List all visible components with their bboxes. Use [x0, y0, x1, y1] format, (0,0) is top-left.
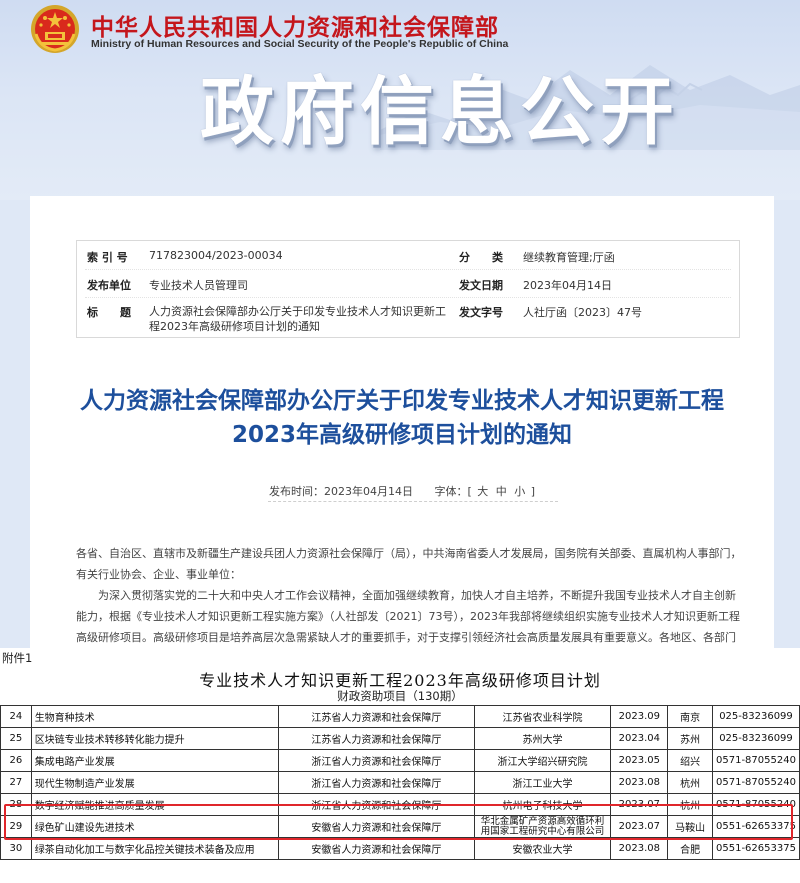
title-value: 人力资源社会保障部办公厅关于印发专业技术人才知识更新工程2023年高级研修项目计…	[149, 305, 446, 333]
meta-divider	[85, 297, 731, 298]
index-number-value: 717823004/2023-00034	[149, 249, 283, 262]
table-row: 24 生物育种技术 江苏省人力资源和社会保障厅 江苏省农业科学院 2023.09…	[0, 705, 800, 728]
attachment-sheet: 附件1 专业技术人才知识更新工程2023年高级研修项目计划 财政资助项目（130…	[0, 648, 800, 883]
publish-date: 发布时间：2023年04月14日	[268, 485, 413, 498]
body-paragraph: 为深入贯彻落实党的二十大和中央人才工作会议精神，全面加强继续教育，加快人才自主培…	[76, 589, 740, 644]
row-number: 29	[0, 815, 32, 838]
meta-divider	[85, 269, 731, 270]
city-cell: 绍兴	[667, 749, 713, 772]
project-name-cell: 数字经济赋能推进高质量发展	[30, 793, 280, 816]
host-unit-cell: 杭州电子科技大学	[473, 793, 612, 816]
date-cell: 2023.08	[610, 771, 669, 794]
row-number: 30	[0, 837, 32, 860]
ministry-name-cn[interactable]: 中华人民共和国人力资源和社会保障部	[91, 8, 499, 42]
project-name-cell: 生物育种技术	[30, 705, 280, 728]
department-cell: 安徽省人力资源和社会保障厅	[278, 837, 475, 860]
host-unit-cell: 安徽农业大学	[473, 837, 612, 860]
page-section-title: 政府信息公开	[200, 69, 680, 155]
font-size-prefix: 字体：[	[434, 485, 472, 498]
publish-info-row: 发布时间：2023年04月14日 字体：[ 大 中 小 ]	[30, 483, 774, 499]
issue-date-value: 2023年04月14日	[523, 279, 612, 292]
index-number-label: 索 引 号	[87, 251, 128, 264]
ministry-name-en: Ministry of Human Resources and Social S…	[91, 38, 509, 50]
date-cell: 2023.04	[610, 727, 669, 750]
department-cell: 浙江省人力资源和社会保障厅	[278, 749, 475, 772]
city-cell: 马鞍山	[667, 815, 713, 838]
document-number-value: 人社厅函〔2023〕47号	[523, 306, 642, 319]
phone-cell: 0571-87055240	[711, 771, 800, 794]
category-label: 分 类	[459, 251, 503, 264]
row-number: 25	[0, 727, 32, 750]
issue-date-label: 发文日期	[459, 279, 503, 292]
font-size-suffix: ]	[530, 485, 536, 498]
city-cell: 苏州	[667, 727, 713, 750]
phone-cell: 025-83236099	[711, 727, 800, 750]
department-cell: 江苏省人力资源和社会保障厅	[278, 727, 475, 750]
font-size-medium-link[interactable]: 中	[496, 485, 507, 498]
host-unit-cell: 华北金属矿产资源高效循环利用国家工程研究中心有限公司	[473, 815, 612, 838]
phone-cell: 0551-62653375	[711, 837, 800, 860]
header-banner: 中华人民共和国人力资源和社会保障部 Ministry of Human Reso…	[0, 0, 800, 200]
department-cell: 浙江省人力资源和社会保障厅	[278, 771, 475, 794]
font-size-label: 字体：[ 大 中 小 ]	[434, 485, 535, 498]
project-name-cell: 现代生物制造产业发展	[30, 771, 280, 794]
city-cell: 合肥	[667, 837, 713, 860]
content-card: 索 引 号 717823004/2023-00034 分 类 继续教育管理;厅函…	[30, 196, 774, 656]
national-emblem-icon	[31, 5, 79, 53]
row-number: 26	[0, 749, 32, 772]
department-cell: 浙江省人力资源和社会保障厅	[278, 793, 475, 816]
title-label: 标 题	[87, 306, 131, 319]
document-body: 各省、自治区、直辖市及新疆生产建设兵团人力资源社会保障厅（局），中共海南省委人才…	[76, 543, 742, 648]
font-size-small-link[interactable]: 小	[514, 485, 525, 498]
publish-info-divider	[268, 501, 558, 502]
city-cell: 杭州	[667, 771, 713, 794]
issuer-value: 专业技术人员管理司	[149, 279, 248, 292]
document-number-label: 发文字号	[459, 306, 503, 319]
table-row: 25 区块链专业技术转移转化能力提升 江苏省人力资源和社会保障厅 苏州大学 20…	[0, 727, 800, 750]
city-cell: 杭州	[667, 793, 713, 816]
project-name-cell: 集成电路产业发展	[30, 749, 280, 772]
date-cell: 2023.08	[610, 837, 669, 860]
table-row: 26 集成电路产业发展 浙江省人力资源和社会保障厅 浙江大学绍兴研究院 2023…	[0, 749, 800, 772]
row-number: 27	[0, 771, 32, 794]
table-row: 27 现代生物制造产业发展 浙江省人力资源和社会保障厅 浙江工业大学 2023.…	[0, 771, 800, 794]
table-row-highlighted: 28 数字经济赋能推进高质量发展 浙江省人力资源和社会保障厅 杭州电子科技大学 …	[0, 793, 800, 816]
host-unit-cell: 苏州大学	[473, 727, 612, 750]
project-plan-table: 24 生物育种技术 江苏省人力资源和社会保障厅 江苏省农业科学院 2023.09…	[0, 705, 800, 860]
department-cell: 安徽省人力资源和社会保障厅	[278, 815, 475, 838]
row-number: 28	[0, 793, 32, 816]
issuer-label: 发布单位	[87, 279, 131, 292]
table-row: 29 绿色矿山建设先进技术 安徽省人力资源和社会保障厅 华北金属矿产资源高效循环…	[0, 815, 800, 838]
project-name-cell: 区块链专业技术转移转化能力提升	[30, 727, 280, 750]
body-paragraph: 各省、自治区、直辖市及新疆生产建设兵团人力资源社会保障厅（局），中共海南省委人才…	[76, 547, 742, 581]
date-cell: 2023.07	[610, 793, 669, 816]
metadata-table: 索 引 号 717823004/2023-00034 分 类 继续教育管理;厅函…	[76, 240, 740, 338]
attachment-label: 附件1	[2, 651, 33, 665]
date-cell: 2023.09	[610, 705, 669, 728]
phone-cell: 0571-87055240	[711, 749, 800, 772]
font-size-large-link[interactable]: 大	[477, 485, 488, 498]
category-value: 继续教育管理;厅函	[523, 251, 615, 264]
date-cell: 2023.07	[610, 815, 669, 838]
host-unit-cell: 江苏省农业科学院	[473, 705, 612, 728]
host-unit-cell: 浙江大学绍兴研究院	[473, 749, 612, 772]
host-unit-cell: 浙江工业大学	[473, 771, 612, 794]
phone-cell: 0551-62653375	[711, 815, 800, 838]
department-cell: 江苏省人力资源和社会保障厅	[278, 705, 475, 728]
phone-cell: 0571-87055240	[711, 793, 800, 816]
project-name-cell: 绿茶自动化加工与数字化品控关键技术装备及应用	[30, 837, 280, 860]
attachment-subtitle: 财政资助项目（130期）	[337, 689, 463, 703]
phone-cell: 025-83236099	[711, 705, 800, 728]
table-row: 30 绿茶自动化加工与数字化品控关键技术装备及应用 安徽省人力资源和社会保障厅 …	[0, 837, 800, 860]
document-title: 人力资源社会保障部办公厅关于印发专业技术人才知识更新工程2023年高级研修项目计…	[80, 388, 724, 448]
date-cell: 2023.05	[610, 749, 669, 772]
city-cell: 南京	[667, 705, 713, 728]
project-name-cell: 绿色矿山建设先进技术	[30, 815, 280, 838]
row-number: 24	[0, 705, 32, 728]
